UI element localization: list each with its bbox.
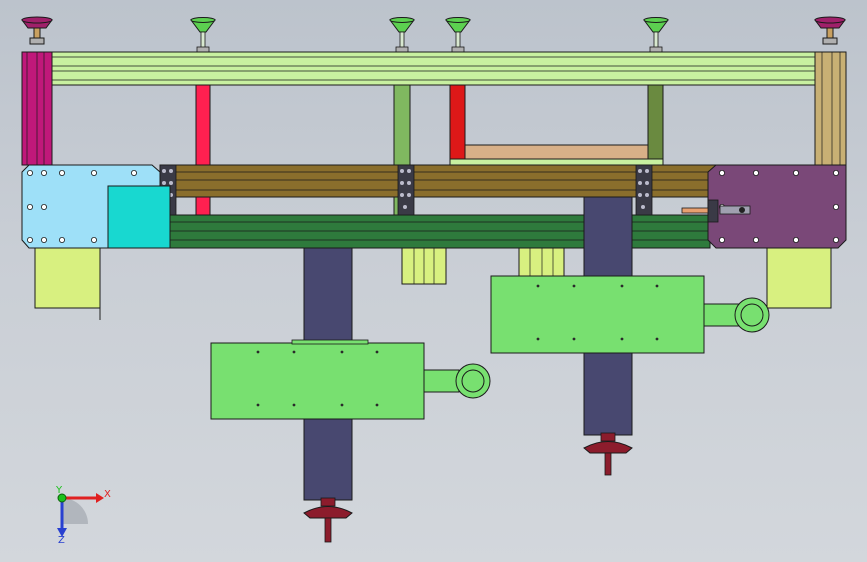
handwheel-right[interactable] <box>583 432 633 476</box>
plate-hole <box>620 337 624 341</box>
vacuum-cup[interactable] <box>643 17 669 53</box>
bolt-hole <box>793 236 800 243</box>
leveling-foot-left[interactable] <box>21 16 53 45</box>
bolt-hole <box>793 169 800 176</box>
guide-block-left[interactable] <box>401 247 447 285</box>
bolt-hole <box>59 236 66 243</box>
beam-bracket[interactable] <box>397 164 415 216</box>
bolt-hole <box>719 169 726 176</box>
plate-hole <box>256 350 260 354</box>
plate-hole <box>256 403 260 407</box>
bolt-hole <box>91 169 98 176</box>
bolt-hole <box>59 169 66 176</box>
right-post[interactable] <box>814 51 847 166</box>
plate-hole <box>536 284 540 288</box>
bolt-hole <box>130 169 137 176</box>
x-axis-label: X <box>104 489 111 500</box>
bolt-hole <box>833 236 840 243</box>
cad-viewport[interactable]: X Y Z <box>0 0 867 562</box>
bolt-hole <box>26 203 33 210</box>
plate-hole <box>536 337 540 341</box>
bolt-hole <box>833 169 840 176</box>
tan-plank[interactable] <box>449 144 664 166</box>
bolt-hole <box>41 203 48 210</box>
handwheel-left[interactable] <box>303 497 353 543</box>
bolt-hole <box>719 236 726 243</box>
left-post[interactable] <box>21 51 53 166</box>
bolt-hole <box>753 236 760 243</box>
vacuum-cup[interactable] <box>190 17 216 53</box>
plate-hole <box>655 284 659 288</box>
z-axis-label: Z <box>58 535 65 546</box>
plate-hole <box>572 337 576 341</box>
bolt-hole <box>26 169 33 176</box>
beam-bracket[interactable] <box>635 164 653 216</box>
bolt-hole <box>833 203 840 210</box>
leveling-foot-right[interactable] <box>814 16 846 45</box>
plate-hole <box>292 403 296 407</box>
plate-hole <box>620 284 624 288</box>
y-axis-label: Y <box>55 485 63 496</box>
plate-hole <box>340 350 344 354</box>
dark-red-support-column[interactable] <box>449 84 466 166</box>
x-axis-head <box>96 493 104 503</box>
plate-hole <box>572 284 576 288</box>
plate-hole <box>375 403 379 407</box>
vacuum-cup[interactable] <box>445 17 471 53</box>
bolt-hole <box>41 236 48 243</box>
coordinate-triad: X Y Z <box>55 485 111 546</box>
left-mount-block[interactable] <box>34 247 101 309</box>
vacuum-cup[interactable] <box>389 17 415 53</box>
lift-cylinder-left[interactable] <box>210 247 491 501</box>
cyan-block[interactable] <box>107 185 171 249</box>
plate-hole <box>340 403 344 407</box>
bolt-hole <box>91 236 98 243</box>
olive-support-column[interactable] <box>647 84 664 166</box>
plate-hole <box>375 350 379 354</box>
right-mount-block[interactable] <box>766 247 832 309</box>
top-rail[interactable] <box>21 51 847 86</box>
bolt-hole <box>26 236 33 243</box>
middle-beam[interactable] <box>159 164 717 198</box>
bolt-hole <box>41 169 48 176</box>
plate-hole <box>292 350 296 354</box>
bolt-hole <box>753 169 760 176</box>
cad-drawing[interactable]: X Y Z <box>0 0 867 562</box>
plate-hole <box>655 337 659 341</box>
